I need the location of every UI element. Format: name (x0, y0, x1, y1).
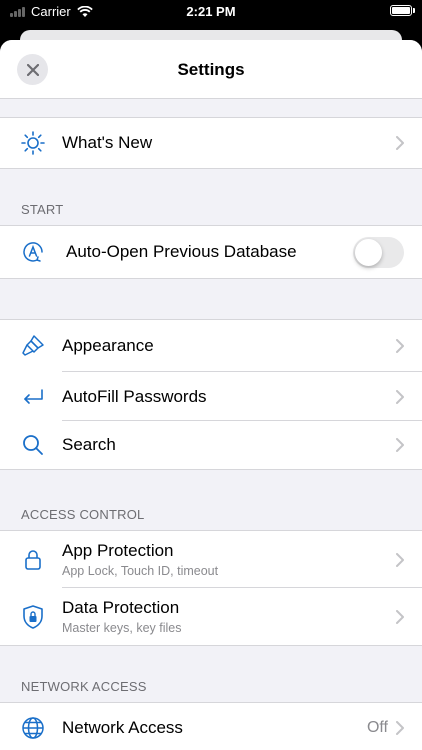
group-network: Network Access Off (0, 702, 422, 750)
search-icon (20, 432, 46, 458)
chevron-right-icon (396, 721, 404, 735)
row-search[interactable]: Search (0, 421, 422, 469)
sun-icon (20, 130, 46, 156)
chevron-right-icon (396, 389, 404, 404)
group-access-control: App Protection App Lock, Touch ID, timeo… (0, 530, 422, 646)
row-app-protection[interactable]: App Protection App Lock, Touch ID, timeo… (0, 531, 422, 588)
row-auto-open: Auto-Open Previous Database (0, 226, 422, 278)
network-access-label: Network Access (62, 718, 183, 737)
section-label-access-control: ACCESS CONTROL (21, 507, 145, 522)
data-protection-subtitle: Master keys, key files (62, 621, 182, 635)
chevron-right-icon (396, 438, 404, 452)
section-header-access-control: ACCESS CONTROL (0, 470, 422, 530)
autofill-icon (20, 384, 46, 410)
status-bar: Carrier 2:21 PM (0, 0, 422, 24)
whats-new-label: What's New (62, 133, 153, 152)
nav-bar: Settings (0, 40, 422, 99)
auto-open-icon (20, 239, 46, 265)
row-whats-new[interactable]: What's New (0, 118, 422, 168)
data-protection-label: Data Protection (62, 598, 180, 617)
chevron-right-icon (396, 339, 404, 353)
auto-open-toggle[interactable] (353, 236, 404, 268)
clock: 2:21 PM (186, 4, 236, 19)
chevron-right-icon (396, 136, 404, 150)
row-data-protection[interactable]: Data Protection Master keys, key files (0, 588, 422, 645)
shield-lock-icon (20, 604, 46, 630)
row-network-access[interactable]: Network Access Off (0, 703, 422, 750)
section-label-start: START (21, 202, 64, 217)
auto-open-label: Auto-Open Previous Database (66, 242, 297, 261)
toggle-knob (355, 238, 382, 266)
paintbrush-icon (20, 333, 46, 359)
page-title: Settings (177, 60, 245, 79)
section-header-network: NETWORK ACCESS (0, 646, 422, 702)
network-access-value: Off (366, 719, 388, 736)
row-autofill[interactable]: AutoFill Passwords (0, 372, 422, 421)
app-protection-label: App Protection (62, 541, 174, 560)
appearance-label: Appearance (62, 336, 154, 355)
section-header-start: START (0, 169, 422, 225)
lock-icon (20, 547, 46, 573)
group-whats-new: What's New (0, 117, 422, 169)
group-start: Auto-Open Previous Database (0, 225, 422, 279)
search-label: Search (62, 435, 116, 454)
app-protection-subtitle: App Lock, Touch ID, timeout (62, 564, 219, 578)
group-general: Appearance AutoFill Passwords Search (0, 319, 422, 470)
row-appearance[interactable]: Appearance (0, 320, 422, 372)
settings-sheet: Settings What's New START Auto-Open Prev… (0, 40, 422, 750)
globe-icon (20, 715, 46, 741)
section-label-network: NETWORK ACCESS (21, 679, 147, 694)
chevron-right-icon (396, 609, 404, 624)
chevron-right-icon (396, 552, 404, 567)
autofill-label: AutoFill Passwords (62, 386, 207, 406)
battery-icon (390, 5, 415, 16)
